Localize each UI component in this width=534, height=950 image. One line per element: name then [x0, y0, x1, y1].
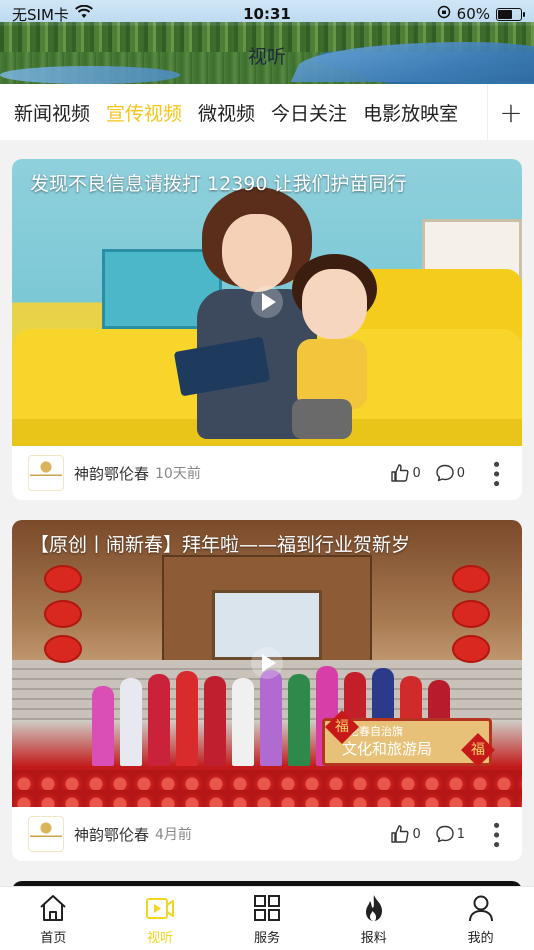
- comment-icon: [436, 825, 454, 843]
- thumb-figure: [222, 214, 292, 292]
- home-icon: [40, 894, 67, 921]
- tab-today-focus[interactable]: 今日关注: [271, 99, 347, 126]
- nav-service-label: 服务: [253, 930, 280, 946]
- page-title: 视听: [247, 46, 286, 68]
- video-icon: [146, 897, 175, 919]
- nav-video[interactable]: 视听: [120, 892, 200, 946]
- nav-report[interactable]: 报料: [334, 892, 414, 946]
- video-meta: 神韵鄂伦春 4月前 0 1 •••: [12, 807, 522, 861]
- publish-time: 4月前: [155, 827, 192, 843]
- like-button[interactable]: 0: [390, 824, 421, 844]
- thumb-figure: [302, 269, 367, 339]
- add-tab-button[interactable]: +: [487, 84, 534, 140]
- video-card[interactable]: 发现不良信息请拨打 12390 让我们护苗同行 神韵鄂伦春 10天前 0 0 •…: [12, 159, 522, 500]
- wave-pattern: [12, 770, 522, 807]
- battery-icon: [496, 7, 525, 21]
- flame-icon: [365, 894, 382, 921]
- thumb-up-icon: [391, 464, 409, 482]
- avatar[interactable]: [28, 816, 64, 852]
- tabs-scroll[interactable]: 新闻视频 宣传视频 微视频 今日关注 电影放映室: [0, 84, 487, 140]
- video-title: 【原创丨闹新春】拜年啦——福到行业贺新岁: [30, 534, 411, 556]
- status-bar: 无SIM卡 10:31 60%: [0, 0, 534, 28]
- bottom-nav: 首页 视听 服务 报料 我的: [0, 886, 534, 950]
- category-tabs: 新闻视频 宣传视频 微视频 今日关注 电影放映室 +: [0, 84, 534, 140]
- nav-video-label: 视听: [147, 930, 174, 946]
- comment-button[interactable]: 0: [435, 463, 465, 483]
- user-icon: [468, 895, 493, 921]
- nav-home[interactable]: 首页: [13, 892, 93, 946]
- more-options-icon[interactable]: •••: [485, 459, 506, 488]
- nav-report-label: 报料: [360, 930, 387, 946]
- comment-count: 0: [456, 465, 465, 481]
- comment-button[interactable]: 1: [435, 824, 465, 844]
- tab-micro-video[interactable]: 微视频: [198, 99, 255, 126]
- tab-news-video[interactable]: 新闻视频: [14, 99, 90, 126]
- more-options-icon[interactable]: •••: [485, 820, 506, 849]
- like-button[interactable]: 0: [390, 463, 421, 483]
- lantern-shape: [452, 600, 490, 628]
- thumb-up-icon: [391, 825, 409, 843]
- like-count: 0: [412, 465, 421, 481]
- video-card[interactable]: 鄂伦春自治旗 文化和旅游局 福 福 【原创丨闹新春】拜年啦——福到行业贺新岁 神…: [12, 520, 522, 861]
- lantern-shape: [44, 635, 82, 663]
- banner-text-line2: 文化和旅游局: [342, 740, 433, 758]
- grid-icon: [253, 894, 280, 921]
- video-thumbnail[interactable]: 发现不良信息请拨打 12390 让我们护苗同行: [12, 159, 522, 446]
- video-title: 发现不良信息请拨打 12390 让我们护苗同行: [30, 173, 407, 195]
- lantern-shape: [452, 565, 490, 593]
- video-thumbnail[interactable]: 鄂伦春自治旗 文化和旅游局 福 福 【原创丨闹新春】拜年啦——福到行业贺新岁: [12, 520, 522, 807]
- tab-promo-video[interactable]: 宣传视频: [106, 99, 182, 126]
- lantern-shape: [44, 600, 82, 628]
- status-time: 10:31: [243, 5, 291, 23]
- nav-mine[interactable]: 我的: [441, 892, 521, 946]
- tab-movie-room[interactable]: 电影放映室: [363, 99, 458, 126]
- comment-count: 1: [456, 826, 465, 842]
- publish-time: 10天前: [155, 466, 201, 482]
- nav-home-label: 首页: [40, 930, 67, 946]
- like-count: 0: [412, 826, 421, 842]
- author-name[interactable]: 神韵鄂伦春: [74, 824, 149, 845]
- thumb-figure: [292, 399, 352, 439]
- author-name[interactable]: 神韵鄂伦春: [74, 463, 149, 484]
- header-banner: 无SIM卡 10:31 60% 视听: [0, 0, 534, 84]
- video-meta: 神韵鄂伦春 10天前 0 0 •••: [12, 446, 522, 500]
- nav-mine-label: 我的: [467, 930, 494, 946]
- avatar[interactable]: [28, 455, 64, 491]
- play-icon[interactable]: [251, 286, 283, 318]
- comment-icon: [436, 464, 454, 482]
- lantern-shape: [44, 565, 82, 593]
- video-feed[interactable]: 发现不良信息请拨打 12390 让我们护苗同行 神韵鄂伦春 10天前 0 0 •…: [0, 140, 534, 886]
- nav-service[interactable]: 服务: [227, 892, 307, 946]
- play-icon[interactable]: [251, 647, 283, 679]
